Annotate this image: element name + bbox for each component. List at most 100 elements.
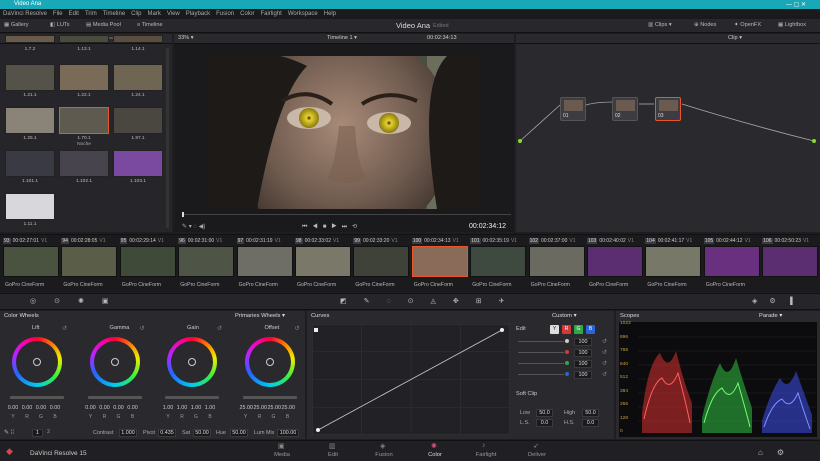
scrub-playhead[interactable] [182,212,184,217]
wheel-value[interactable]: 0.00 [7,405,19,411]
wheel-value[interactable]: 0.00 [113,405,125,411]
timeline-clip[interactable]: 99 00:02:33:20 V1 [353,236,410,281]
gallery-still[interactable] [59,150,109,177]
gallery-still[interactable] [113,64,163,91]
color-wheel[interactable] [167,337,217,387]
hue-value[interactable]: 50.00 [230,429,248,437]
scrub-bar[interactable] [183,214,511,215]
wheels-page-2[interactable]: 2 [47,429,50,435]
wheel-value[interactable]: 1.00 [204,405,216,411]
intensity-track[interactable] [518,363,564,364]
clips-button[interactable]: ▥ Clips ▾ [648,22,672,28]
window-controls[interactable]: — ▢ ✕ [786,1,806,8]
menu-item[interactable]: Mark [148,11,161,17]
menu-item[interactable]: Fairlight [260,11,281,17]
gallery-still[interactable] [113,107,163,134]
menu-item[interactable]: Edit [69,11,79,17]
lightbox-button[interactable]: ▦ Lightbox [778,22,806,28]
channel-r-toggle[interactable]: R [562,325,571,334]
palette-icons-left[interactable]: ◎⊙✺▣ [30,297,126,305]
reset-wheel-icon[interactable]: ↺ [295,325,300,332]
high-value[interactable]: 50.0 [582,409,599,417]
page-tab-color[interactable]: Color [415,452,455,458]
palette-icons-mid[interactable]: ◩✎◌⊙◬✥⊞✈ [340,297,521,305]
timeline-clip[interactable]: 95 00:02:29:14 V1 [119,236,176,281]
menu-item[interactable]: Timeline [103,11,125,17]
curve-graph[interactable] [312,324,510,435]
gallery-still[interactable] [5,64,55,91]
gallery-still[interactable] [5,150,55,177]
master-wheel-slider[interactable] [242,396,297,399]
luts-button[interactable]: ◧ LUTs [50,22,70,28]
page-tab-fusion[interactable]: Fusion [364,452,404,458]
menu-item[interactable]: Color [240,11,254,17]
reset-wheel-icon[interactable]: ↺ [62,325,67,332]
gallery-still[interactable] [113,35,163,43]
intensity-track[interactable] [518,352,564,353]
contrast-value[interactable]: 1.000 [119,429,137,437]
lummix-value[interactable]: 100.00 [277,429,299,437]
zoom-level[interactable]: 33% ▾ [178,35,194,41]
timeline-clip[interactable]: 98 00:02:33:02 V1 [295,236,351,281]
ls-value[interactable]: 0.0 [536,419,553,427]
page-tab-media[interactable]: Media [262,452,302,458]
wheel-value[interactable]: 0.00 [127,405,139,411]
menu-item[interactable]: Help [324,11,336,17]
timeline-clip[interactable]: 96 00:02:31:00 V1 [178,236,235,281]
wheel-value[interactable]: 0.00 [99,405,111,411]
wheel-value[interactable]: 0.00 [35,405,47,411]
channel-b-toggle[interactable]: B [586,325,595,334]
gallery-still[interactable] [5,193,55,220]
intensity-track[interactable] [518,374,564,375]
timeline-clip[interactable]: 93 00:02:27:01 V1 [3,236,59,281]
channel-g-toggle[interactable]: G [574,325,583,334]
wheel-value[interactable]: 0.00 [49,405,61,411]
wheels-mode-selector[interactable]: Primaries Wheels ▾ [235,313,285,319]
reset-wheel-icon[interactable]: ↺ [217,325,222,332]
wheel-center[interactable] [33,358,41,366]
timeline-clip[interactable]: 94 00:02:28:05 V1 [61,236,118,281]
intensity-value[interactable]: 100 [574,338,592,346]
timeline-clip[interactable]: 102 00:02:37:00 V1 [528,236,585,281]
gallery-scrollbar[interactable] [166,48,169,228]
gallery-still[interactable] [59,35,109,43]
color-node[interactable]: 01 [560,97,586,121]
timeline-clip[interactable]: 106 00:02:50:23 V1 [762,236,819,281]
wheel-value[interactable]: 1.00 [190,405,202,411]
wheel-center[interactable] [265,358,274,366]
wheel-value[interactable]: 0.00 [21,405,33,411]
menu-item[interactable]: DaVinci Resolve [3,11,47,17]
wheel-center[interactable] [188,358,196,366]
page-tab-edit[interactable]: Edit [313,452,353,458]
wheel-value[interactable]: 25.00 [268,405,282,411]
menu-item[interactable]: Clip [131,11,141,17]
menu-item[interactable]: View [167,11,180,17]
color-wheel[interactable] [244,337,295,387]
curves-mode-selector[interactable]: Custom ▾ [552,313,577,319]
timeline-clip[interactable]: 105 00:02:44:12 V1 [703,236,760,281]
wheel-value[interactable]: 25.00 [240,405,254,411]
pivot-value[interactable]: 0.435 [158,429,176,437]
color-wheel[interactable] [89,337,140,387]
transport-controls[interactable]: ⏮◀■▶⏭⟲ [302,223,362,231]
timeline-clip[interactable]: 103 00:02:40:02 V1 [587,236,643,281]
wheel-tools[interactable]: ✎ ⁞⁞ [4,429,14,436]
sat-value[interactable]: 50.00 [193,429,211,437]
wheel-value[interactable]: 1.00 [176,405,188,411]
timeline-clip[interactable]: 104 00:02:41:17 V1 [645,236,702,281]
gallery-still[interactable] [59,107,109,134]
color-node[interactable]: 03 [655,97,681,121]
reset-icon[interactable]: ↺ [602,371,607,378]
gallery-still[interactable] [5,107,55,134]
wheel-value[interactable]: 0.00 [85,405,97,411]
wheels-page-1[interactable]: 1 [32,429,43,437]
timeline-selector[interactable]: Timeline 1 ▾ [327,35,357,41]
gallery-still[interactable] [113,150,163,177]
wheel-center[interactable] [110,358,119,366]
page-tab-deliver[interactable]: Deliver [517,452,557,458]
hs-value[interactable]: 0.0 [582,419,599,427]
page-tab-fairlight[interactable]: Fairlight [466,452,506,458]
master-wheel-slider[interactable] [87,396,142,399]
intensity-track[interactable] [518,341,564,342]
gallery-still[interactable] [5,35,55,43]
